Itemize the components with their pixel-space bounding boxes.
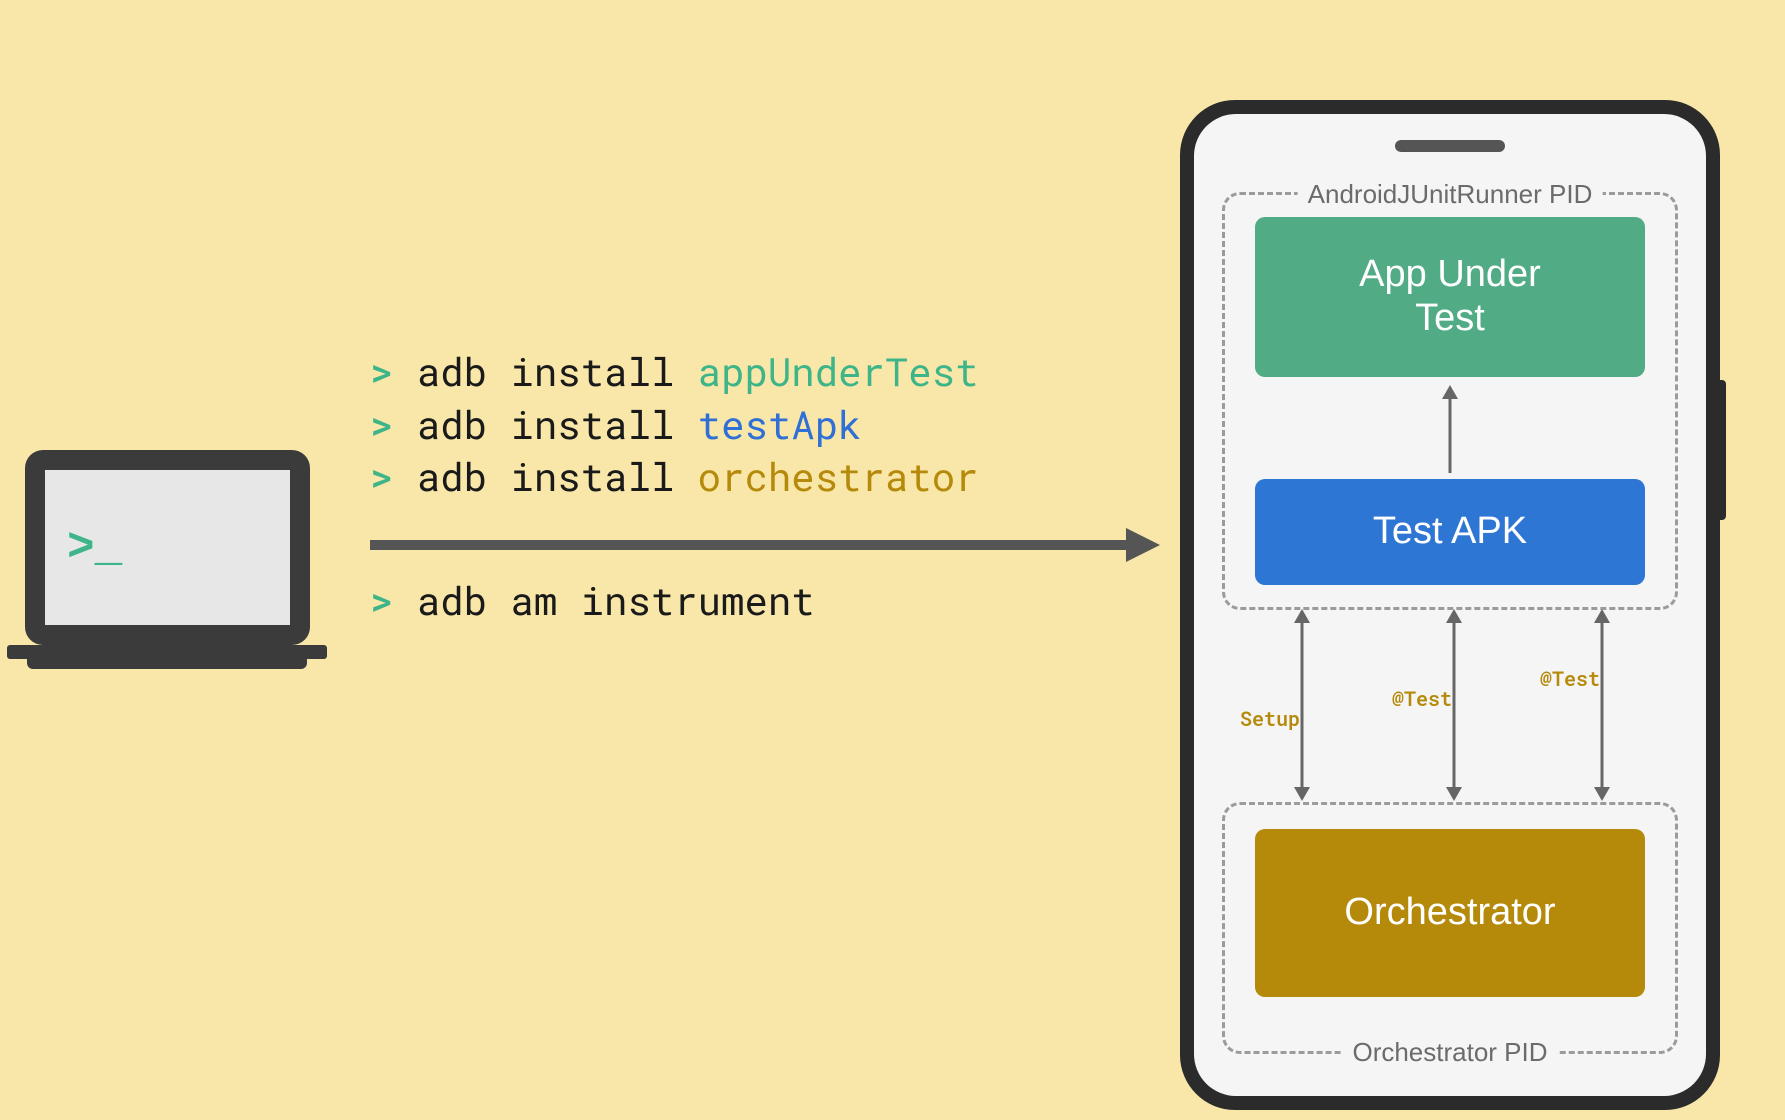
- cmd-line-1: > adb install appUnderTest: [370, 345, 979, 398]
- prompt: >: [370, 345, 393, 397]
- laptop-base: [7, 645, 327, 659]
- adb-commands: > adb install appUnderTest > adb install…: [370, 345, 979, 503]
- prompt: >: [370, 574, 393, 626]
- cmd-text: adb am instrument: [417, 574, 815, 626]
- block-app-under-test: App Under Test: [1255, 217, 1645, 377]
- arrow-label-setup: Setup: [1240, 706, 1300, 732]
- laptop-prompt: >_: [67, 522, 122, 574]
- cmd-arg: testApk: [698, 398, 862, 450]
- cmd-text: adb install: [417, 345, 674, 397]
- prompt: >: [370, 398, 393, 450]
- block-label: Orchestrator: [1344, 891, 1555, 935]
- cmd-line-3: > adb install orchestrator: [370, 450, 979, 503]
- cmd-arg: orchestrator: [698, 450, 979, 502]
- block-orchestrator: Orchestrator: [1255, 829, 1645, 997]
- pid-label-top: AndroidJUnitRunner PID: [1298, 179, 1603, 210]
- arrow-label-test2: @Test: [1540, 666, 1600, 692]
- laptop-icon: >_: [25, 450, 327, 669]
- phone-screen: AndroidJUnitRunner PID App Under Test Te…: [1194, 114, 1706, 1096]
- cmd-text: adb install: [417, 450, 674, 502]
- block-test-apk: Test APK: [1255, 479, 1645, 585]
- block-label: App Under Test: [1359, 253, 1541, 340]
- arrow-label-test1: @Test: [1392, 686, 1452, 712]
- arrow-bidir-icon: [1290, 605, 1314, 805]
- arrow-up-icon: [1438, 383, 1462, 475]
- pid-group-bottom: Orchestrator Orchestrator PID: [1222, 802, 1678, 1054]
- laptop-foot: [27, 659, 307, 669]
- prompt: >: [370, 450, 393, 502]
- phone-icon: AndroidJUnitRunner PID App Under Test Te…: [1180, 100, 1720, 1110]
- arrow-icon: [370, 520, 1160, 570]
- phone-side-button: [1720, 380, 1726, 520]
- cmd-arg: appUnderTest: [698, 345, 979, 397]
- block-label: Test APK: [1373, 510, 1527, 554]
- laptop-screen: >_: [25, 450, 310, 645]
- cmd-line-2: > adb install testApk: [370, 398, 979, 451]
- pid-label-bottom: Orchestrator PID: [1342, 1037, 1557, 1068]
- phone-speaker: [1395, 140, 1505, 152]
- cmd-run: > adb am instrument: [370, 574, 815, 626]
- cmd-text: adb install: [417, 398, 674, 450]
- pid-group-top: AndroidJUnitRunner PID App Under Test Te…: [1222, 192, 1678, 610]
- arrow-bidir-icon: [1590, 605, 1614, 805]
